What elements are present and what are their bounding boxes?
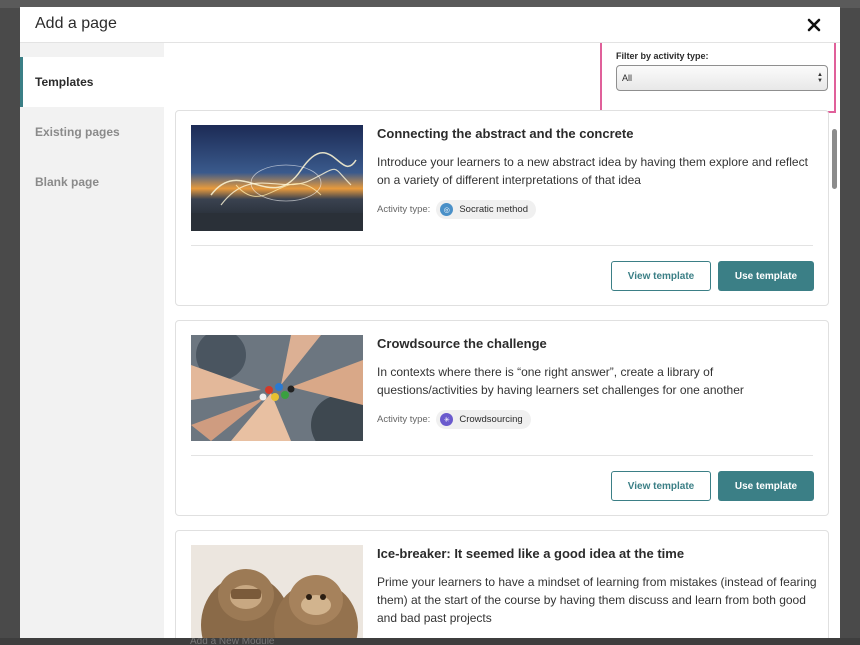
activity-type-name: Crowdsourcing (459, 414, 523, 425)
template-thumbnail (191, 335, 363, 441)
socratic-icon: ◎ (440, 203, 454, 216)
use-template-button[interactable]: Use template (718, 261, 814, 291)
activity-type: Activity type: ◎ Socratic method (377, 200, 536, 219)
crowdsourcing-icon: ✳ (440, 413, 454, 426)
modal-title: Add a page (35, 15, 117, 32)
activity-filter: Filter by activity type: All ▲ ▼ (600, 43, 836, 113)
activity-type-label: Activity type: (377, 204, 431, 215)
backdrop-bottom (0, 638, 860, 645)
view-template-button[interactable]: View template (611, 471, 711, 501)
card-divider (191, 455, 813, 456)
view-template-button[interactable]: View template (611, 261, 711, 291)
modal-header: Add a page (20, 7, 840, 43)
scrollbar-thumb[interactable] (832, 129, 837, 189)
sidebar-item-templates[interactable]: Templates (20, 57, 164, 107)
filter-selected-value: All (622, 73, 633, 83)
template-title: Ice-breaker: It seemed like a good idea … (377, 546, 685, 561)
template-title: Connecting the abstract and the concrete (377, 126, 634, 141)
close-icon (807, 18, 821, 32)
sidebar: Templates Existing pages Blank page (20, 43, 164, 638)
template-card: Connecting the abstract and the concrete… (175, 110, 829, 306)
activity-type-name: Socratic method (459, 204, 528, 215)
template-card: Ice-breaker: It seemed like a good idea … (175, 530, 829, 638)
template-thumbnail (191, 545, 363, 638)
template-title: Crowdsource the challenge (377, 336, 547, 351)
activity-type-chip: ✳ Crowdsourcing (436, 410, 531, 429)
activity-type-chip: ◎ Socratic method (436, 200, 536, 219)
template-description: Introduce your learners to a new abstrac… (377, 155, 808, 187)
sidebar-item-existing-pages[interactable]: Existing pages (20, 107, 164, 157)
card-divider (191, 245, 813, 246)
template-description: Prime your learners to have a mindset of… (377, 575, 817, 625)
close-button[interactable] (800, 11, 828, 39)
activity-type: Activity type: ✳ Crowdsourcing (377, 410, 531, 429)
sidebar-item-blank-page[interactable]: Blank page (20, 157, 164, 207)
activity-type-select[interactable]: All ▲ ▼ (616, 65, 828, 91)
add-page-modal: Add a page Templates Existing pages Blan… (20, 7, 840, 638)
use-template-button[interactable]: Use template (718, 471, 814, 501)
template-thumbnail (191, 125, 363, 231)
template-description: In contexts where there is “one right an… (377, 365, 744, 397)
template-card: Crowdsource the challenge In contexts wh… (175, 320, 829, 516)
filter-label: Filter by activity type: (616, 51, 709, 61)
template-list: Filter by activity type: All ▲ ▼ Connect… (164, 43, 840, 638)
activity-type-label: Activity type: (377, 414, 431, 425)
select-arrows-icon: ▲ ▼ (817, 72, 823, 84)
